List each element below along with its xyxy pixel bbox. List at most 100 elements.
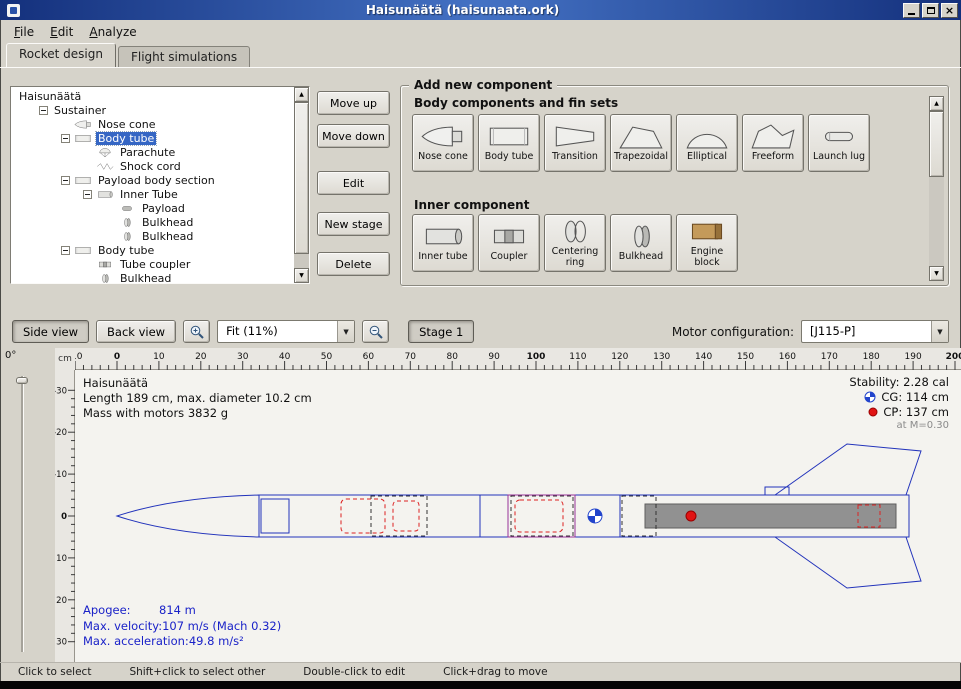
tree-item-payload[interactable]: Payload — [13, 201, 309, 215]
rocket-length: Length 189 cm, max. diameter 10.2 cm — [83, 391, 312, 406]
tree-item-inner-tube[interactable]: Inner Tube — [13, 187, 309, 201]
tree-item-nose-cone[interactable]: Nose cone — [13, 117, 309, 131]
add-body-tube-button[interactable]: Body tube — [478, 114, 540, 172]
scroll-down-icon[interactable]: ▼ — [929, 266, 944, 281]
tree-item-body-tube[interactable]: Body tube — [13, 243, 309, 257]
add-coupler-button[interactable]: Coupler — [478, 214, 540, 272]
svg-text:70: 70 — [405, 352, 417, 362]
rotation-slider-handle[interactable] — [16, 377, 28, 384]
ruler-unit-label: cm — [55, 348, 75, 370]
add-bulkhead-button[interactable]: Bulkhead — [610, 214, 672, 272]
tree-item-shock-cord[interactable]: Shock cord — [13, 159, 309, 173]
expander-icon[interactable] — [61, 246, 70, 255]
zoom-select[interactable]: Fit (11%) ▼ — [217, 320, 355, 343]
add-launch-lug-button[interactable]: Launch lug — [808, 114, 870, 172]
bulkhead-icon — [96, 273, 114, 284]
elliptical-icon — [684, 123, 730, 150]
horizontal-ruler: -100102030405060708090100110120130140150… — [75, 348, 961, 370]
inner-component-label: Inner component — [414, 198, 529, 212]
zoom-in-icon — [189, 324, 205, 340]
bodytube-icon — [74, 245, 92, 256]
motor-configuration-select[interactable]: [J115-P] ▼ — [801, 320, 949, 343]
tab-rocket-design[interactable]: Rocket design — [6, 43, 116, 67]
scroll-thumb[interactable] — [294, 102, 309, 254]
svg-text:30: 30 — [237, 352, 249, 362]
tree-item-bulkhead[interactable]: Bulkhead — [13, 229, 309, 243]
bulkhead-icon — [618, 223, 664, 250]
stage-1-toggle[interactable]: Stage 1 — [408, 320, 474, 343]
svg-text:130: 130 — [653, 352, 670, 362]
svg-text:-20: -20 — [55, 428, 67, 438]
move-up-button[interactable]: Move up — [317, 91, 390, 115]
expander-icon[interactable] — [39, 106, 48, 115]
parachute-icon — [96, 147, 114, 158]
motor-configuration-value: [J115-P] — [802, 321, 931, 342]
menu-edit[interactable]: Edit — [42, 22, 81, 42]
side-view-button[interactable]: Side view — [12, 320, 89, 343]
bodytube-icon — [486, 123, 532, 150]
tree-item-parachute[interactable]: Parachute — [13, 145, 309, 159]
delete-button[interactable]: Delete — [317, 252, 390, 276]
add-centering-ring-button[interactable]: Centering ring — [544, 214, 606, 272]
add-elliptical-button[interactable]: Elliptical — [676, 114, 738, 172]
component-panel-scrollbar[interactable]: ▲ ▼ — [929, 96, 944, 281]
maximize-button[interactable] — [922, 3, 939, 18]
close-button[interactable]: × — [941, 3, 958, 18]
back-view-button[interactable]: Back view — [96, 320, 176, 343]
expander-icon[interactable] — [61, 176, 70, 185]
expander-icon[interactable] — [61, 134, 70, 143]
zoom-out-button[interactable] — [362, 320, 389, 343]
zoom-select-value: Fit (11%) — [218, 321, 337, 342]
new-stage-button[interactable]: New stage — [317, 212, 390, 236]
add-transition-button[interactable]: Transition — [544, 114, 606, 172]
tree-item-payload-body-section[interactable]: Payload body section — [13, 173, 309, 187]
rotation-value: 0° — [5, 350, 16, 361]
flight-stat-max-velocity: Max. velocity:107 m/s (Mach 0.32) — [83, 619, 281, 635]
rotation-slider[interactable] — [15, 374, 29, 654]
tree-item-sustainer[interactable]: Sustainer — [13, 103, 309, 117]
svg-text:170: 170 — [821, 352, 838, 362]
status-hint: Shift+click to select other — [129, 666, 265, 678]
title-bar[interactable]: Haisunäätä (haisunaata.ork) × — [0, 0, 961, 20]
svg-text:20: 20 — [195, 352, 207, 362]
svg-text:30: 30 — [56, 638, 67, 648]
add-freeform-button[interactable]: Freeform — [742, 114, 804, 172]
tree-item-body-tube[interactable]: Body tube — [13, 131, 309, 145]
svg-text:80: 80 — [446, 352, 458, 362]
scroll-up-icon[interactable]: ▲ — [294, 87, 309, 102]
view-toolbar: Side view Back view Fit (11%) ▼ Stage 1 … — [0, 315, 961, 348]
nose-cone-outline — [117, 495, 259, 537]
tab-flight-simulations[interactable]: Flight simulations — [118, 46, 250, 67]
payload-section-outline — [508, 495, 575, 537]
add-nose-cone-button[interactable]: Nose cone — [412, 114, 474, 172]
menu-analyze[interactable]: Analyze — [81, 22, 144, 42]
scroll-down-icon[interactable]: ▼ — [294, 268, 309, 283]
add-engine-block-button[interactable]: Engine block — [676, 214, 738, 272]
stability-info: Stability: 2.28 cal CG: 114 cm CP: 137 c… — [849, 375, 949, 431]
tree-item-haisun-t[interactable]: Haisunäätä — [13, 89, 309, 103]
tree-item-tube-coupler[interactable]: Tube coupler — [13, 257, 309, 271]
minimize-button[interactable] — [903, 3, 920, 18]
add-trapezoidal-button[interactable]: Trapezoidal — [610, 114, 672, 172]
rocket-canvas[interactable]: Haisunäätä Length 189 cm, max. diameter … — [75, 370, 961, 662]
add-component-title: Add new component — [409, 78, 557, 92]
status-hint: Click to select — [18, 666, 91, 678]
menu-file[interactable]: File — [6, 22, 42, 42]
scroll-thumb[interactable] — [929, 111, 944, 177]
expander-icon[interactable] — [83, 190, 92, 199]
trapezoidal-icon — [618, 123, 664, 150]
zoom-in-button[interactable] — [183, 320, 210, 343]
tree-scrollbar[interactable]: ▲ ▼ — [294, 87, 309, 283]
move-down-button[interactable]: Move down — [317, 124, 390, 148]
bulkhead-icon — [118, 217, 136, 228]
tree-item-bulkhead[interactable]: Bulkhead — [13, 215, 309, 229]
tab-bar: Rocket designFlight simulations — [0, 43, 961, 67]
cg-marker — [588, 509, 602, 523]
tree-item-bulkhead[interactable]: Bulkhead — [13, 271, 309, 284]
scroll-up-icon[interactable]: ▲ — [929, 96, 944, 111]
svg-text:0: 0 — [61, 512, 67, 522]
edit-button[interactable]: Edit — [317, 171, 390, 195]
add-inner-tube-button[interactable]: Inner tube — [412, 214, 474, 272]
rocket-figure-area: 0° cm -100102030405060708090100110120130… — [0, 348, 961, 662]
shock-cord-outline — [393, 501, 419, 531]
